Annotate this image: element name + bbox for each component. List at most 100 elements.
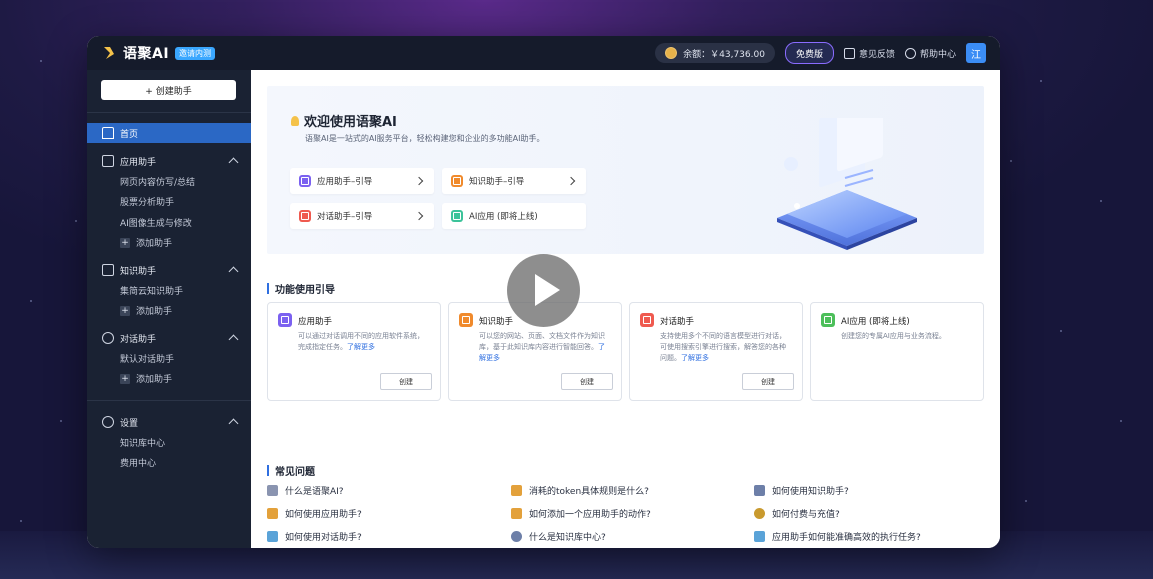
create-button[interactable]: 创建 [380, 373, 432, 390]
sidebar-item-home[interactable]: 首页 [87, 123, 251, 143]
plan-button[interactable]: 免费版 [784, 42, 834, 64]
sidebar: + 创建助手 首页 应用助手 网页内容仿写/总结 股票分析助手 AI图像生成与修… [87, 70, 251, 548]
faq-item[interactable]: 如何使用对话助手? [267, 530, 362, 543]
guide-app-assistant[interactable]: 应用助手–引导 [290, 168, 434, 194]
add-label: 添加助手 [136, 239, 173, 250]
logo-icon [104, 47, 114, 59]
main-content: 欢迎使用语聚AI 语聚AI是一站式的AI服务平台，轻松构建您和企业的多功能AI助… [251, 70, 1000, 548]
sidebar-group-app-assistant: 应用助手 网页内容仿写/总结 股票分析助手 AI图像生成与修改 + 添加助手 [87, 151, 251, 253]
sidebar-group-chat-assistant: 对话助手 默认对话助手 + 添加助手 [87, 328, 251, 389]
chevron-up-icon[interactable] [228, 334, 239, 345]
sidebar-group-header[interactable]: 应用助手 [87, 151, 251, 171]
home-icon [102, 127, 114, 139]
sidebar-item[interactable]: 股票分析助手 [87, 192, 251, 213]
guide-label: AI应用 (即将上线) [469, 212, 538, 222]
help-label: 帮助中心 [919, 49, 956, 60]
group-title: 知识助手 [120, 266, 157, 277]
feature-card-app-assistant: 应用助手 可以通过对话调用不同的应用软件系统，完成指定任务。了解更多 创建 [267, 302, 441, 401]
top-bar: 语聚AI 邀请内测 余额：￥43,736.00 免费版 意见反馈 帮助中心 江 [87, 36, 1000, 70]
feature-card-ai-app: AI应用 (即将上线) 创建您的专属AI应用与业务流程。 [810, 302, 984, 401]
settings-icon [102, 416, 114, 428]
chevron-right-icon [414, 176, 424, 186]
coin-icon [754, 508, 765, 519]
sidebar-item[interactable]: 集简云知识助手 [87, 280, 251, 301]
welcome-title: 欢迎使用语聚AI [291, 111, 397, 130]
chevron-up-icon[interactable] [228, 157, 239, 168]
sidebar-group-header[interactable]: 知识助手 [87, 260, 251, 280]
toolbox-icon [267, 508, 278, 519]
create-button[interactable]: 创建 [742, 373, 794, 390]
sidebar-item[interactable]: 费用中心 [87, 453, 251, 474]
help-link[interactable]: 帮助中心 [904, 47, 956, 60]
sidebar-item[interactable]: 知识库中心 [87, 432, 251, 453]
faq-item[interactable]: 应用助手如何能准确高效的执行任务? [754, 530, 921, 543]
app-window: 语聚AI 邀请内测 余额：￥43,736.00 免费版 意见反馈 帮助中心 江 … [87, 36, 1000, 548]
learn-more-link[interactable]: 了解更多 [347, 343, 375, 351]
card-title: 对话助手 [660, 317, 695, 327]
guide-chat-assistant[interactable]: 对话助手–引导 [290, 203, 434, 229]
guide-knowledge-assistant[interactable]: 知识助手–引导 [442, 168, 586, 194]
sidebar-item[interactable]: AI图像生成与修改 [87, 212, 251, 233]
card-description: 可以您的网站、页面、文档文件作为知识库，基于此知识库内容进行智能回答。了解更多 [479, 332, 605, 362]
feedback-label: 意见反馈 [858, 49, 895, 60]
logo[interactable]: 语聚AI 邀请内测 [101, 43, 216, 63]
feature-section-title: 功能使用引导 [267, 281, 335, 296]
sidebar-item[interactable]: 网页内容仿写/总结 [87, 171, 251, 192]
section-title-text: 功能使用引导 [275, 285, 335, 296]
chevron-right-icon [414, 211, 424, 221]
chevron-right-icon [566, 176, 576, 186]
hero-illustration [777, 118, 917, 250]
create-button[interactable]: 创建 [561, 373, 613, 390]
sidebar-divider [87, 400, 251, 401]
sidebar-item[interactable]: 默认对话助手 [87, 348, 251, 369]
chat-bubble-icon [267, 531, 278, 542]
chevron-up-icon[interactable] [228, 418, 239, 429]
learn-more-link[interactable]: 了解更多 [681, 354, 709, 362]
faq-item[interactable]: 如何使用知识助手? [754, 484, 849, 497]
sidebar-item-label: 首页 [120, 129, 139, 140]
balance-display[interactable]: 余额：￥43,736.00 [655, 43, 775, 63]
guide-label: 应用助手–引导 [317, 177, 373, 187]
avatar[interactable]: 江 [966, 43, 986, 63]
add-assistant-item[interactable]: + 添加助手 [87, 301, 251, 322]
faq-item[interactable]: 什么是知识库中心? [511, 530, 606, 543]
faq-item[interactable]: 消耗的token具体规则是什么? [511, 484, 649, 497]
section-accent-bar [267, 465, 269, 476]
video-play-button[interactable] [507, 254, 580, 327]
help-icon [904, 47, 916, 59]
faq-item[interactable]: 如何付费与充值? [754, 507, 840, 520]
chevron-up-icon[interactable] [228, 266, 239, 277]
play-icon [535, 274, 560, 306]
create-assistant-button[interactable]: + 创建助手 [101, 80, 236, 100]
question-icon [267, 485, 278, 496]
cube-icon [278, 313, 292, 327]
sidebar-group-header[interactable]: 设置 [87, 412, 251, 432]
plus-icon: + [120, 237, 130, 248]
add-label: 添加助手 [136, 375, 173, 386]
guide-ai-app[interactable]: AI应用 (即将上线) [442, 203, 586, 229]
chat-icon [640, 313, 654, 327]
add-assistant-item[interactable]: + 添加助手 [87, 233, 251, 254]
sidebar-group-header[interactable]: 对话助手 [87, 328, 251, 348]
section-accent-bar [267, 283, 269, 294]
sidebar-group-knowledge-assistant: 知识助手 集简云知识助手 + 添加助手 [87, 260, 251, 321]
sidebar-group-settings: 设置 知识库中心 费用中心 [87, 412, 251, 473]
chat-icon [299, 210, 311, 222]
cube-icon [102, 155, 114, 167]
plus-icon: + [120, 373, 130, 384]
faq-item[interactable]: 如何添加一个应用助手的动作? [511, 507, 651, 520]
sidebar-divider [87, 112, 251, 113]
feedback-link[interactable]: 意见反馈 [843, 47, 895, 60]
card-title: 应用助手 [298, 317, 333, 327]
faq-item[interactable]: 什么是语聚AI? [267, 484, 344, 497]
card-description: 可以通过对话调用不同的应用软件系统，完成指定任务。了解更多 [298, 332, 424, 351]
add-assistant-item[interactable]: + 添加助手 [87, 369, 251, 390]
group-title: 设置 [120, 418, 139, 429]
group-title: 对话助手 [120, 334, 157, 345]
beta-badge: 邀请内测 [175, 46, 216, 60]
faq-item[interactable]: 如何使用应用助手? [267, 507, 362, 520]
faq-section-title: 常见问题 [267, 463, 315, 478]
card-description: 支持使用多个不同的语言模型进行对话，可使用搜索引擎进行搜索，解答您的各种问题。了… [660, 332, 786, 362]
feature-card-chat-assistant: 对话助手 支持使用多个不同的语言模型进行对话，可使用搜索引擎进行搜索，解答您的各… [629, 302, 803, 401]
app-icon [821, 313, 835, 327]
